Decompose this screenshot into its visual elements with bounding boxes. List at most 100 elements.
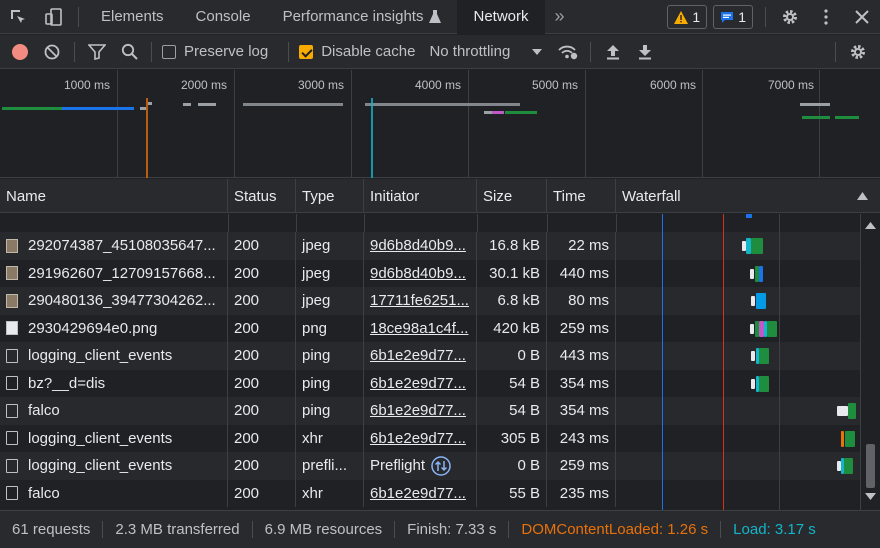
column-header-initiator[interactable]: Initiator <box>364 179 477 213</box>
clear-icon[interactable] <box>36 35 68 69</box>
throttling-value: No throttling <box>429 43 511 60</box>
table-row[interactable]: logging_client_events 200 ping 6b1e2e9d7… <box>0 342 860 370</box>
initiator-link[interactable]: 9d6b8d40b9... <box>370 265 466 282</box>
cell-waterfall <box>616 260 860 288</box>
preflight-icon[interactable] <box>431 456 451 476</box>
cell-type: ping <box>296 397 364 425</box>
table-scrollbar[interactable] <box>860 214 880 510</box>
column-header-time[interactable]: Time <box>547 179 616 213</box>
grid-line <box>585 70 586 177</box>
cell-size: 305 B <box>477 424 547 452</box>
cell-initiator[interactable]: 6b1e2e9d77... <box>364 479 477 507</box>
table-row[interactable]: falco 200 xhr 6b1e2e9d77... 55 B 235 ms <box>0 479 860 507</box>
waterfall-bar <box>837 406 848 416</box>
initiator-link[interactable]: 18ce98a1c4f... <box>370 320 468 337</box>
table-row[interactable]: 292074387_45108035647... 200 jpeg 9d6b8d… <box>0 232 860 260</box>
document-icon <box>6 348 18 363</box>
overview-bar <box>2 107 64 110</box>
waterfall-bar <box>751 378 755 389</box>
finish-time: Finish: 7.33 s <box>395 521 510 538</box>
network-overview-timeline[interactable]: 1000 ms 2000 ms 3000 ms 4000 ms 5000 ms … <box>0 70 880 178</box>
cell-initiator[interactable]: Preflight <box>364 452 477 480</box>
table-row[interactable]: logging_client_events 200 xhr 6b1e2e9d77… <box>0 424 860 452</box>
disable-cache-checkbox[interactable]: Disable cache <box>299 43 415 60</box>
cell-status: 200 <box>228 369 296 397</box>
close-icon[interactable] <box>844 0 880 34</box>
scrollbar-thumb[interactable] <box>866 444 875 488</box>
tab-elements[interactable]: Elements <box>85 0 180 34</box>
sort-ascending-icon <box>857 192 868 200</box>
tab-network[interactable]: Network <box>457 0 545 34</box>
divider <box>74 41 75 62</box>
settings-gear-icon[interactable] <box>772 0 808 34</box>
initiator-link[interactable]: 6b1e2e9d77... <box>370 485 466 502</box>
cell-initiator[interactable]: 9d6b8d40b9... <box>364 232 477 260</box>
preserve-log-label: Preserve log <box>184 43 269 60</box>
checkbox-box-checked[interactable] <box>299 44 314 59</box>
tab-label: Console <box>195 8 251 25</box>
search-icon[interactable] <box>113 35 145 69</box>
request-name: logging_client_events <box>28 429 173 447</box>
devtools-tab-bar: Elements Console Performance insights Ne… <box>0 0 880 34</box>
throttling-select[interactable]: No throttling <box>429 43 543 60</box>
table-row[interactable]: 290480136_39477304262... 200 jpeg 17711f… <box>0 287 860 315</box>
table-row[interactable]: logging_client_events 200 prefli... Pref… <box>0 452 860 480</box>
filter-icon[interactable] <box>81 35 113 69</box>
export-har-icon[interactable] <box>629 35 661 69</box>
grid-line <box>702 70 703 177</box>
initiator-link[interactable]: 6b1e2e9d77... <box>370 375 466 392</box>
waterfall-bar <box>759 348 769 364</box>
cell-initiator[interactable]: 18ce98a1c4f... <box>364 314 477 342</box>
cell-time: 22 ms <box>547 232 616 260</box>
initiator-link[interactable]: 9d6b8d40b9... <box>370 237 466 254</box>
request-name: 292074387_45108035647... <box>28 237 216 255</box>
cell-initiator[interactable]: 6b1e2e9d77... <box>364 342 477 370</box>
preserve-log-checkbox[interactable]: Preserve log <box>162 43 268 60</box>
scroll-up-icon[interactable] <box>865 222 876 229</box>
initiator-link[interactable]: 6b1e2e9d77... <box>370 402 466 419</box>
column-header-status[interactable]: Status <box>228 179 296 213</box>
cell-initiator[interactable]: 6b1e2e9d77... <box>364 397 477 425</box>
warnings-badge[interactable]: 1 <box>667 5 708 29</box>
request-name: logging_client_events <box>28 347 173 365</box>
import-har-icon[interactable] <box>597 35 629 69</box>
cell-initiator[interactable]: 9d6b8d40b9... <box>364 259 477 287</box>
table-row[interactable]: 2930429694e0.png 200 png 18ce98a1c4f... … <box>0 314 860 343</box>
scroll-down-icon[interactable] <box>865 493 876 500</box>
kebab-menu-icon[interactable] <box>808 0 844 34</box>
initiator-link[interactable]: 6b1e2e9d77... <box>370 347 466 364</box>
initiator-link[interactable]: 17711fe6251... <box>370 292 469 309</box>
cell-type: prefli... <box>296 452 364 480</box>
column-header-size[interactable]: Size <box>477 179 547 213</box>
cell-name: falco <box>0 479 228 507</box>
cell-time: 259 ms <box>547 314 616 342</box>
more-tabs-icon[interactable]: » <box>545 6 575 27</box>
tab-console[interactable]: Console <box>180 0 267 34</box>
table-row[interactable]: bz?__d=dis 200 ping 6b1e2e9d77... 54 B 3… <box>0 369 860 397</box>
dom-content-loaded-time: DOMContentLoaded: 1.26 s <box>509 521 722 538</box>
message-icon <box>721 11 734 23</box>
document-icon <box>6 403 18 418</box>
record-icon[interactable] <box>4 35 36 69</box>
dropdown-arrow-icon <box>532 48 543 55</box>
table-row[interactable]: 291962607_12709157668... 200 jpeg 9d6b8d… <box>0 259 860 288</box>
column-header-name[interactable]: Name <box>0 179 228 213</box>
cell-waterfall <box>616 315 860 343</box>
column-header-type[interactable]: Type <box>296 179 364 213</box>
network-conditions-icon[interactable] <box>552 35 584 69</box>
waterfall-dom-line <box>662 214 663 510</box>
table-row[interactable]: falco 200 ping 6b1e2e9d77... 54 B 354 ms <box>0 397 860 425</box>
cell-initiator[interactable]: 17711fe6251... <box>364 287 477 315</box>
network-settings-gear-icon[interactable] <box>842 35 874 69</box>
tab-performance-insights[interactable]: Performance insights <box>267 0 458 34</box>
inspect-element-icon[interactable] <box>0 0 36 34</box>
waterfall-bar <box>841 430 844 447</box>
waterfall-bar <box>751 296 755 306</box>
initiator-link[interactable]: 6b1e2e9d77... <box>370 430 466 447</box>
column-header-waterfall[interactable]: Waterfall <box>616 179 880 213</box>
checkbox-box[interactable] <box>162 44 176 59</box>
messages-badge[interactable]: 1 <box>713 5 753 29</box>
device-toolbar-icon[interactable] <box>36 0 72 34</box>
cell-initiator[interactable]: 6b1e2e9d77... <box>364 369 477 397</box>
cell-initiator[interactable]: 6b1e2e9d77... <box>364 424 477 452</box>
